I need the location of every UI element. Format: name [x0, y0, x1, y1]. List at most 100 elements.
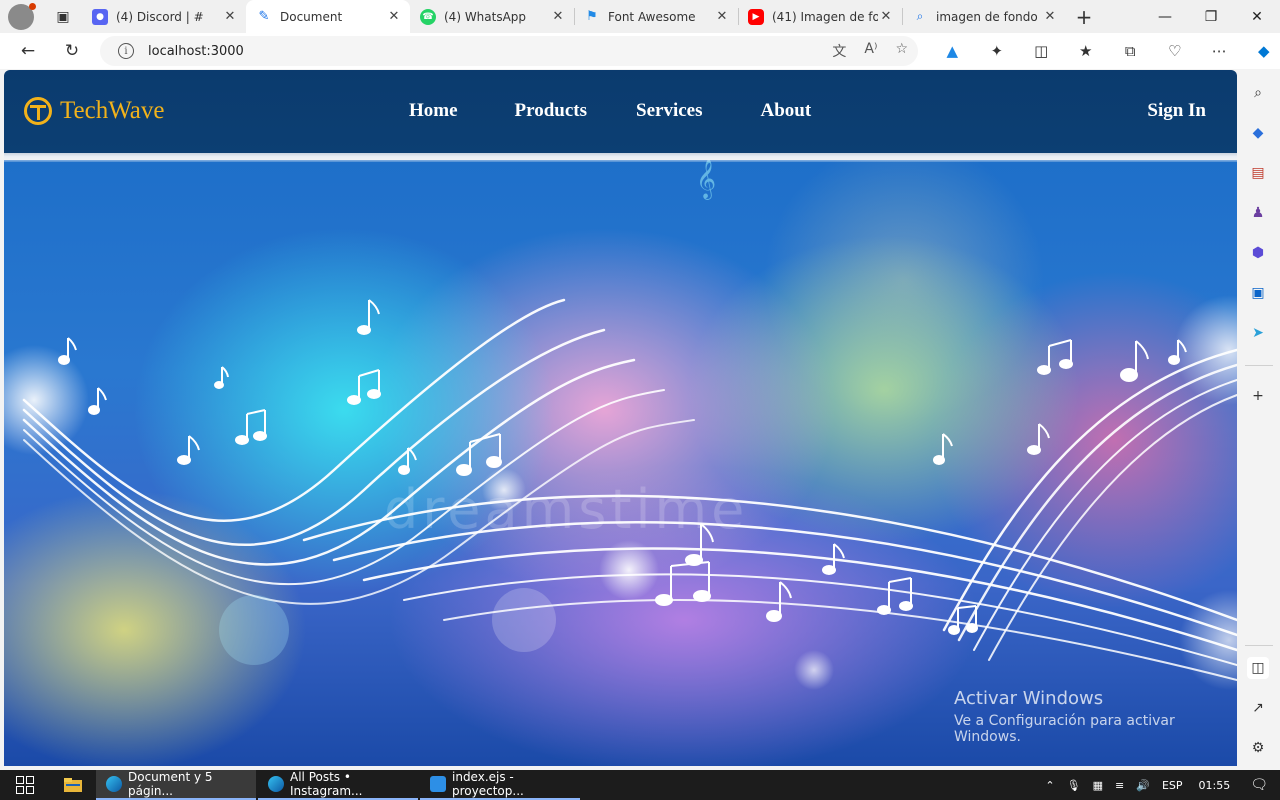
wifi-icon[interactable]: ≡ — [1115, 779, 1124, 792]
tools-briefcase-icon[interactable]: ▤ — [1247, 162, 1269, 184]
close-icon[interactable]: ✕ — [550, 9, 566, 24]
more-menu-icon[interactable]: ⋯ — [1197, 36, 1242, 66]
windows-activation-notice: Activar Windows Ve a Configuración para … — [954, 688, 1237, 745]
favorite-star-icon[interactable]: ☆ — [895, 41, 908, 61]
techwave-logo-icon — [24, 97, 52, 125]
flag-icon: ⚑ — [586, 9, 598, 24]
microphone-icon[interactable]: 🎙 — [1067, 779, 1081, 792]
copilot-icon[interactable]: ◆ — [1242, 36, 1280, 66]
split-screen-icon[interactable]: ◫ — [1019, 36, 1064, 66]
youtube-icon: ▶ — [748, 8, 764, 25]
games-icon[interactable]: ♟ — [1247, 202, 1269, 224]
chevron-up-icon[interactable]: ⌃ — [1045, 779, 1054, 792]
close-icon[interactable]: ✕ — [1042, 9, 1058, 24]
profile-avatar-icon[interactable] — [8, 2, 36, 30]
tab-font-awesome[interactable]: ⚑ Font Awesome ✕ — [574, 0, 738, 33]
hero-background-image: 𝄞 dreamstime — [4, 160, 1237, 766]
music-staff-illustration: 𝄞 — [4, 160, 1237, 690]
microsoft-365-icon[interactable]: ⬢ — [1247, 242, 1269, 264]
toolbar-right: ▲ ✦ ◫ ★ ⧉ ♡ ⋯ ◆ — [930, 36, 1280, 66]
external-link-icon[interactable]: ↗ — [1247, 697, 1269, 719]
read-aloud-icon[interactable]: A⁾ — [864, 41, 877, 61]
tab-title: (4) Discord | # — [116, 9, 204, 24]
nav-products-link[interactable]: Products — [515, 100, 587, 122]
new-tab-button[interactable]: + — [1066, 5, 1102, 29]
outlook-icon[interactable]: ▣ — [1247, 282, 1269, 304]
edge-sidebar: ⌕ ◆ ▤ ♟ ⬢ ▣ ➤ + ◫ ↗ ⚙ — [1237, 70, 1280, 770]
close-icon[interactable]: ✕ — [386, 9, 402, 24]
navbar-shadow — [4, 153, 1237, 162]
tab-title: (4) WhatsApp — [444, 9, 527, 24]
close-icon[interactable]: ✕ — [714, 9, 730, 24]
search-icon: ⌕ — [916, 9, 924, 23]
svg-text:𝄞: 𝄞 — [696, 160, 716, 200]
close-icon[interactable]: ✕ — [878, 9, 894, 24]
sidebar-divider — [1245, 365, 1273, 366]
restore-icon[interactable]: ❐ — [1188, 0, 1234, 33]
extensions-puzzle-icon[interactable]: ✦ — [975, 36, 1020, 66]
taskbar-app-edge-instagram[interactable]: All Posts • Instagram... — [258, 770, 418, 800]
address-bar[interactable]: i localhost:3000 文 A⁾ ☆ — [100, 36, 918, 66]
notifications-icon[interactable]: 🗨 — [1250, 777, 1268, 793]
nav-home-link[interactable]: Home — [409, 100, 458, 122]
brand-name: TechWave — [60, 97, 165, 124]
extension-icon[interactable]: ▲ — [930, 36, 975, 66]
tab-actions-icon[interactable]: ▣ — [48, 4, 78, 30]
discord-icon: ● — [92, 8, 108, 25]
tab-title: (41) Imagen de for — [772, 9, 878, 24]
clock[interactable]: 01:55 — [1199, 779, 1231, 792]
taskbar-app-edge-document[interactable]: Document y 5 págin... — [96, 770, 256, 800]
tab-search[interactable]: ⌕ imagen de fondo d ✕ — [902, 0, 1066, 33]
tab-strip: ▣ ● (4) Discord | # ✕ ✎ Document ✕ ☎ (4)… — [0, 0, 1280, 33]
tab-whatsapp[interactable]: ☎ (4) WhatsApp ✕ — [410, 0, 574, 33]
system-tray: ⌃ 🎙 ▦ ≡ 🔊 ESP 01:55 🗨 — [1039, 770, 1280, 800]
windows-logo-icon — [16, 776, 34, 794]
sign-in-link[interactable]: Sign In — [1147, 100, 1206, 122]
add-icon[interactable]: + — [1247, 385, 1269, 407]
tab-discord[interactable]: ● (4) Discord | # ✕ — [82, 0, 246, 33]
info-icon[interactable]: i — [118, 43, 134, 59]
nav-about-link[interactable]: About — [761, 100, 812, 122]
start-button[interactable] — [0, 770, 50, 800]
settings-gear-icon[interactable]: ⚙ — [1247, 737, 1269, 759]
edge-icon — [268, 776, 284, 792]
edge-icon — [106, 776, 122, 792]
close-window-icon[interactable]: ✕ — [1234, 0, 1280, 33]
language-indicator[interactable]: ESP — [1162, 779, 1183, 792]
nav-services-link[interactable]: Services — [636, 100, 702, 122]
refresh-icon[interactable]: ↻ — [54, 36, 90, 66]
back-icon[interactable]: ← — [10, 36, 46, 66]
vscode-icon — [430, 776, 446, 792]
file-explorer-icon[interactable] — [50, 770, 96, 800]
search-icon[interactable]: ⌕ — [1247, 82, 1269, 104]
activate-subtitle: Ve a Configuración para activar Windows. — [954, 713, 1175, 745]
sidebar-divider — [1245, 645, 1273, 646]
tab-title: Document — [280, 9, 343, 24]
collections-icon[interactable]: ⧉ — [1108, 36, 1153, 66]
shopping-tag-icon[interactable]: ◆ — [1247, 122, 1269, 144]
taskbar-app-vscode[interactable]: index.ejs - proyectop... — [420, 770, 580, 800]
windows-taskbar: Document y 5 págin... All Posts • Instag… — [0, 770, 1280, 800]
close-icon[interactable]: ✕ — [222, 9, 238, 24]
tab-document[interactable]: ✎ Document ✕ — [246, 0, 410, 33]
performance-icon[interactable]: ♡ — [1153, 36, 1198, 66]
network-icon[interactable]: ▦ — [1093, 779, 1103, 792]
volume-icon[interactable]: 🔊 — [1136, 779, 1150, 792]
favorites-icon[interactable]: ★ — [1064, 36, 1109, 66]
brand-logo[interactable]: TechWave — [24, 97, 165, 125]
sidebar-toggle-icon[interactable]: ◫ — [1247, 657, 1269, 679]
window-controls: — ❐ ✕ — [1142, 0, 1280, 33]
minimize-icon[interactable]: — — [1142, 0, 1188, 33]
taskbar-app-label: Document y 5 págin... — [128, 770, 213, 798]
tab-list: ● (4) Discord | # ✕ ✎ Document ✕ ☎ (4) W… — [82, 0, 1066, 33]
tab-youtube[interactable]: ▶ (41) Imagen de for ✕ — [738, 0, 902, 33]
drop-send-icon[interactable]: ➤ — [1247, 322, 1269, 344]
address-bar-icons: 文 A⁾ ☆ — [832, 41, 908, 61]
tab-title: Font Awesome — [608, 9, 696, 24]
translate-icon[interactable]: 文 — [832, 41, 846, 61]
whatsapp-icon: ☎ — [420, 8, 436, 25]
url-text[interactable]: localhost:3000 — [148, 44, 244, 59]
watermark-text: dreamstime — [384, 478, 749, 541]
main-menu: Home Products Services About — [409, 100, 868, 122]
tab-title: imagen de fondo d — [936, 9, 1042, 24]
